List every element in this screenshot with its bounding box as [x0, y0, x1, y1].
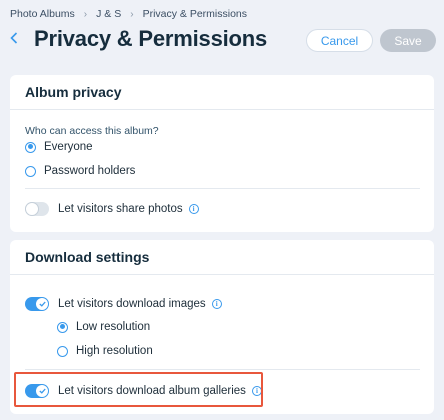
radio-high-resolution[interactable]: High resolution [57, 345, 153, 357]
radio-label: Everyone [44, 141, 93, 153]
info-icon[interactable]: i [188, 204, 199, 214]
divider [10, 109, 434, 110]
breadcrumb-item-photo-albums[interactable]: Photo Albums [10, 8, 75, 20]
radio-button-checked[interactable] [25, 141, 36, 153]
info-icon[interactable]: i [211, 299, 222, 309]
access-question: Who can access this album? [25, 125, 159, 137]
breadcrumb: Photo Albums › J & S › Privacy & Permiss… [10, 8, 247, 20]
page-title: Privacy & Permissions [34, 26, 268, 51]
radio-button[interactable] [25, 165, 36, 177]
radio-button-checked[interactable] [57, 321, 68, 333]
radio-button[interactable] [57, 345, 68, 357]
album-privacy-card: Album privacy Who can access this album?… [10, 75, 434, 232]
download-images-label: Let visitors download images [58, 298, 206, 310]
divider [10, 274, 434, 275]
save-button[interactable]: Save [380, 29, 436, 52]
share-photos-row: Let visitors share photos i [25, 202, 199, 216]
radio-low-resolution[interactable]: Low resolution [57, 321, 150, 333]
divider [25, 188, 420, 189]
album-privacy-title: Album privacy [25, 84, 122, 100]
download-images-toggle[interactable] [25, 297, 49, 311]
radio-label: Password holders [44, 165, 136, 177]
breadcrumb-item-album[interactable]: J & S [96, 8, 121, 20]
chevron-right-icon: › [130, 8, 134, 20]
radio-password-holders[interactable]: Password holders [25, 165, 135, 177]
checkmark-icon [38, 301, 46, 307]
chevron-right-icon: › [83, 8, 88, 20]
highlight-box [14, 372, 263, 407]
radio-label: Low resolution [76, 321, 151, 333]
back-arrow-icon[interactable] [6, 28, 22, 48]
radio-everyone[interactable]: Everyone [25, 141, 93, 153]
share-photos-label: Let visitors share photos [58, 203, 183, 215]
share-photos-toggle[interactable] [25, 202, 49, 216]
breadcrumb-item-current: Privacy & Permissions [142, 8, 248, 20]
divider [25, 369, 420, 370]
download-images-row: Let visitors download images i [25, 297, 222, 311]
cancel-button[interactable]: Cancel [306, 29, 373, 52]
radio-label: High resolution [76, 345, 153, 357]
download-settings-title: Download settings [25, 249, 150, 265]
